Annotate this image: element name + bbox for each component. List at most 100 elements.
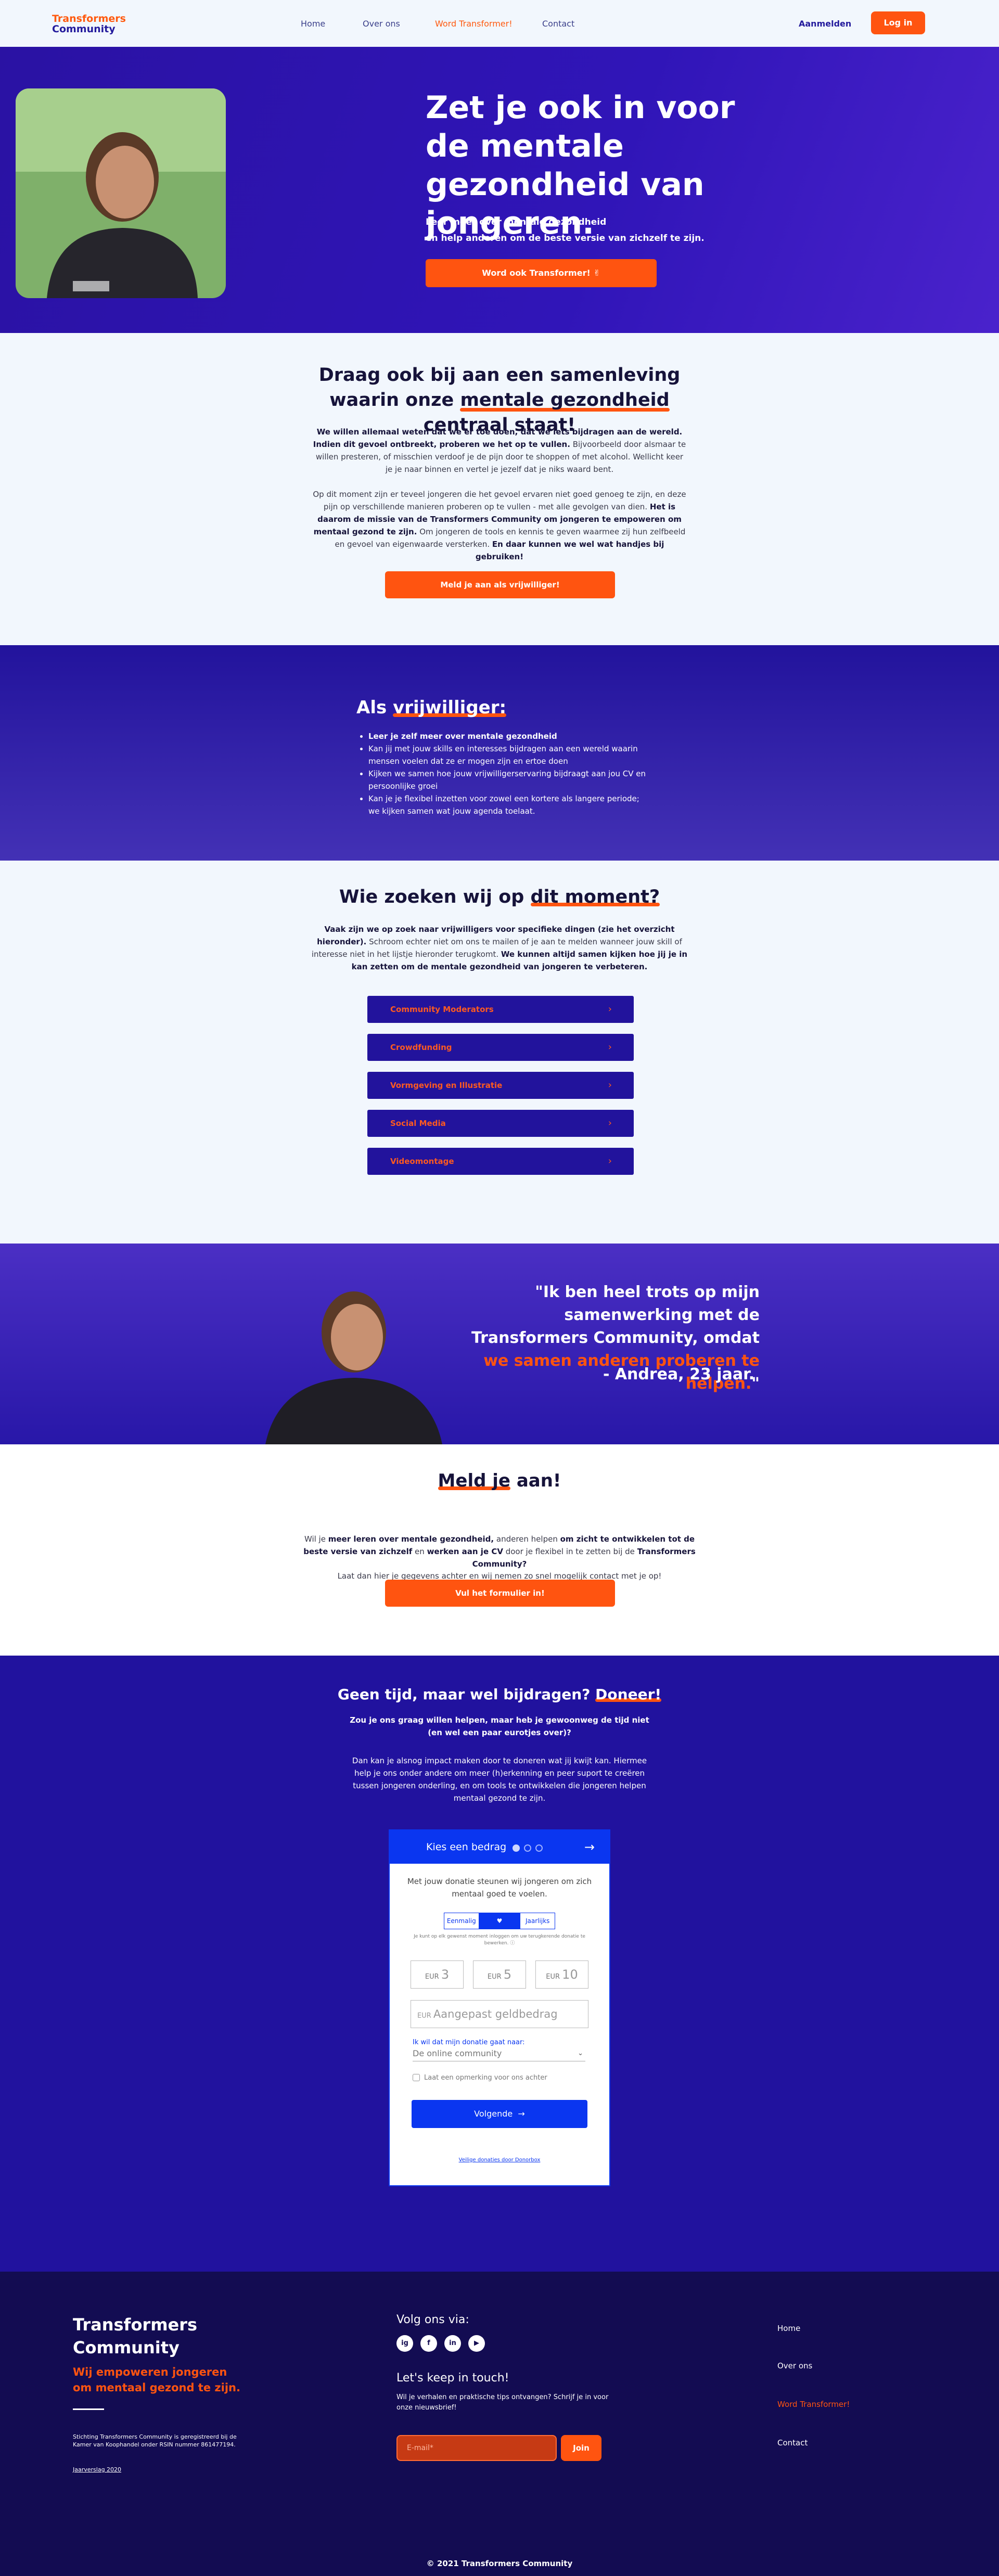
signup-title: Meld je aan! <box>395 1470 604 1491</box>
testimonial-section: "Ik ben heel trots op mijn samenwerking … <box>0 1244 999 1444</box>
footer-logo[interactable]: Transformers Community <box>73 2313 197 2359</box>
mission-paragraph-2: Op dit moment zijn er teveel jongeren di… <box>312 488 687 563</box>
nav-contact[interactable]: Contact <box>542 19 574 29</box>
donation-widget: Kies een bedrag → Met jouw donatie steun… <box>389 1829 610 2186</box>
chevron-right-icon: › <box>608 1042 612 1053</box>
comment-checkbox[interactable]: Laat een opmerking voor ons achter <box>413 2074 547 2082</box>
arrow-right-icon: → <box>518 2109 525 2119</box>
role-crowdfunding[interactable]: Crowdfunding › <box>367 1034 634 1061</box>
role-label: Community Moderators <box>390 1005 494 1014</box>
step-dot <box>513 1844 520 1852</box>
youtube-icon[interactable]: ▶ <box>468 2335 485 2352</box>
nav-over-ons[interactable]: Over ons <box>363 19 400 29</box>
volunteer-title-highlight-text: vrijwilliger: <box>393 697 507 718</box>
login-button[interactable]: Log in <box>871 11 925 34</box>
mission-section: Draag ook bij aan een samenleving waarin… <box>0 333 999 645</box>
role-social-media[interactable]: Social Media › <box>367 1110 634 1137</box>
footer-logo-line-1: Transformers <box>73 2315 198 2335</box>
fill-form-button[interactable]: Vul het formulier in! <box>385 1580 615 1607</box>
custom-amount-input[interactable]: EUR Aangepast geldbedrag <box>411 2000 588 2028</box>
signup-title-highlight: Meld je <box>438 1470 511 1491</box>
footer-link-contact[interactable]: Contact <box>777 2438 808 2447</box>
footer-link-over-ons[interactable]: Over ons <box>777 2361 812 2370</box>
newsletter-email-input[interactable]: E-mail* <box>396 2435 557 2461</box>
chevron-down-icon: ⌄ <box>578 2049 583 2057</box>
destination-select[interactable]: De online community ⌄ <box>413 2046 585 2061</box>
list-item: Leer je zelf meer over mentale gezondhei… <box>368 730 650 742</box>
newsletter-join-button[interactable]: Join <box>561 2435 601 2461</box>
volunteer-title: Als vrijwilliger: <box>356 697 507 718</box>
hero-portrait-illustration <box>16 88 226 298</box>
testimonial-photo <box>265 1291 442 1444</box>
donorbox-link[interactable]: Veilige donaties door Donorbox <box>390 2157 609 2163</box>
currency-label: EUR <box>487 1973 502 1981</box>
footer-link-word-transformer[interactable]: Word Transformer! <box>777 2400 850 2409</box>
widget-text: Met jouw donatie steunen wij jongeren om… <box>407 1877 592 1899</box>
facebook-icon[interactable]: f <box>420 2335 437 2352</box>
nav-home[interactable]: Home <box>301 19 325 29</box>
footer-link-home[interactable]: Home <box>777 2324 800 2333</box>
footer-divider <box>73 2408 104 2410</box>
amount-option-3[interactable]: EUR 3 <box>411 1960 464 1989</box>
linkedin-icon[interactable]: in <box>444 2335 461 2352</box>
roles-title-highlight-text: dit moment? <box>530 887 660 907</box>
signup-text: door je flexibel in te zetten bij de <box>505 1547 635 1556</box>
signup-section: Meld je aan! Wil je meer leren over ment… <box>0 1444 999 1656</box>
footer-tagline-line-2: om mentaal gezond te zijn. <box>73 2381 240 2394</box>
newsletter-text: Wil je verhalen en praktische tips ontva… <box>396 2393 609 2412</box>
tab-eenmalig[interactable]: Eenmalig <box>444 1913 479 1929</box>
next-label: Volgende <box>474 2109 513 2119</box>
list-item: Kan jij met jouw skills en interesses bi… <box>368 742 650 767</box>
hero-section: Zet je ook in voor de mentale gezondheid… <box>0 47 999 333</box>
hero-subtitle: Leer meer over mentale gezondheid en hel… <box>426 214 748 247</box>
role-vormgeving[interactable]: Vormgeving en Illustratie › <box>367 1072 634 1099</box>
quote-text: "Ik ben heel trots op mijn samenwerking … <box>471 1283 760 1347</box>
mission-title-highlight: mentale gezondheid <box>460 388 670 413</box>
recurring-note: Je kunt op elk gewenst moment inloggen o… <box>414 1934 585 1946</box>
roles-title-prefix: Wie zoeken wij op <box>339 887 524 907</box>
footer-tagline-line-1: Wij empoweren jongeren <box>73 2366 227 2378</box>
brand-logo[interactable]: Transformers Community <box>52 14 126 34</box>
instagram-icon[interactable]: ig <box>396 2335 413 2352</box>
signup-link[interactable]: Aanmelden <box>799 19 851 29</box>
volunteer-signup-button[interactable]: Meld je aan als vrijwilliger! <box>385 571 615 598</box>
volunteer-title-highlight: vrijwilliger: <box>393 697 507 718</box>
chevron-right-icon: › <box>608 1004 612 1015</box>
comment-label: Laat een opmerking voor ons achter <box>424 2074 547 2082</box>
donate-subtitle: Zou je ons graag willen helpen, maar heb… <box>350 1715 649 1737</box>
signup-text: Wil je <box>304 1534 326 1544</box>
donation-widget-header: Kies een bedrag → <box>390 1830 609 1864</box>
volunteer-title-prefix: Als <box>356 697 387 718</box>
signup-text: anderen helpen <box>496 1534 558 1544</box>
mission-p2-bold-d: En daar kunnen we wel wat handjes bij ge… <box>475 540 664 561</box>
amount-value: 3 <box>441 1967 450 1982</box>
amount-option-5[interactable]: EUR 5 <box>473 1960 526 1989</box>
hero-subtitle-line-1: Leer meer over mentale gezondheid <box>426 217 607 227</box>
become-transformer-button[interactable]: Word ook Transformer! ✌ <box>426 259 657 287</box>
role-videomontage[interactable]: Videomontage › <box>367 1148 634 1175</box>
roles-intro: Vaak zijn we op zoek naar vrijwilligers … <box>307 923 692 973</box>
arrow-right-icon[interactable]: → <box>584 1830 595 1864</box>
checkbox-box[interactable] <box>413 2074 420 2081</box>
tab-jaarlijks[interactable]: Jaarlijks <box>520 1913 555 1929</box>
destination-label: Ik wil dat mijn donatie gaat naar: <box>413 2039 525 2046</box>
annual-report-link[interactable]: Jaarverslag 2020 <box>73 2466 121 2473</box>
hero-subtitle-line-2: en help anderen om de beste versie van z… <box>426 233 705 243</box>
step-indicator <box>513 1844 547 1854</box>
nav-word-transformer[interactable]: Word Transformer! <box>435 19 513 29</box>
step-dot <box>535 1844 543 1852</box>
amount-option-10[interactable]: EUR 10 <box>535 1960 588 1989</box>
role-label: Vormgeving en Illustratie <box>390 1081 503 1090</box>
role-label: Crowdfunding <box>390 1043 452 1052</box>
footer: Transformers Community Wij empoweren jon… <box>0 2272 999 2576</box>
follow-heading: Volg ons via: <box>396 2313 469 2326</box>
frequency-tabs: Eenmalig ♥ Maandelijks Jaarlijks <box>444 1913 555 1940</box>
top-nav: Transformers Community Home Over ons Wor… <box>0 0 999 47</box>
footer-legal: Stichting Transformers Community is gere… <box>73 2433 237 2448</box>
next-button[interactable]: Volgende → <box>412 2100 587 2128</box>
signup-bold: werken aan je CV <box>427 1547 503 1556</box>
role-community-moderators[interactable]: Community Moderators › <box>367 996 634 1023</box>
mission-p2-text-a: Op dit moment zijn er teveel jongeren di… <box>313 490 686 511</box>
signup-title-highlight-text: Meld je <box>438 1470 510 1491</box>
tab-maandelijks[interactable]: ♥ Maandelijks <box>478 1913 521 1940</box>
